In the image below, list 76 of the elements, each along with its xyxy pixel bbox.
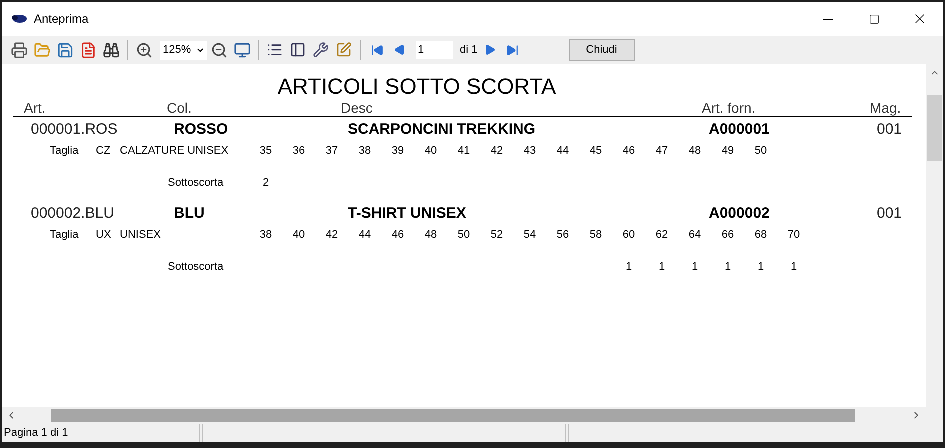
size-value: 68: [754, 228, 768, 243]
shortage-value: 2: [262, 176, 270, 191]
size-value: 44: [556, 144, 570, 159]
article-code: 000001.ROS: [31, 120, 119, 140]
report-title: ARTICOLI SOTTO SCORTA: [278, 76, 556, 98]
column-header: Desc: [341, 101, 374, 116]
size-value: 52: [490, 228, 504, 243]
size-value: 41: [456, 144, 472, 159]
supplier-code: A000001: [709, 120, 771, 140]
size-value: 60: [622, 228, 636, 243]
size-value: 42: [324, 228, 340, 243]
size-value: 49: [720, 144, 736, 159]
size-label: Taglia: [50, 228, 80, 243]
article-description: SCARPONCINI TREKKING: [348, 120, 537, 140]
size-label: Taglia: [50, 144, 80, 159]
size-value: 45: [588, 144, 604, 159]
shortage-value: 1: [756, 260, 766, 275]
minimize-icon: [823, 18, 833, 20]
shortage-value: 1: [790, 260, 798, 275]
size-value: 50: [456, 228, 472, 243]
size-value: 42: [490, 144, 504, 159]
size-value: 46: [622, 144, 636, 159]
size-value: 40: [424, 144, 438, 159]
size-value: 56: [556, 228, 570, 243]
horizontal-scrollbar[interactable]: [2, 407, 943, 424]
status-text: Pagina 1 di 1: [2, 424, 200, 442]
size-value: 39: [390, 144, 406, 159]
size-value: 36: [292, 144, 306, 159]
maximize-icon: [868, 14, 880, 24]
size-value: 50: [754, 144, 768, 159]
size-value: 47: [654, 144, 670, 159]
shortage-value: 1: [690, 260, 700, 275]
size-value: 40: [292, 228, 306, 243]
size-value: 44: [358, 228, 372, 243]
shortage-value: 1: [624, 260, 634, 275]
size-value: 66: [720, 228, 736, 243]
shortage-label: Sottoscorta: [168, 260, 225, 275]
column-header: Art.: [24, 101, 47, 116]
size-value: 48: [688, 144, 702, 159]
column-header: Col.: [167, 101, 193, 116]
size-group: UX: [96, 226, 120, 244]
size-group-name: CALZATURE UNISEX: [120, 144, 230, 159]
page-field[interactable]: 1: [416, 41, 453, 59]
size-group-name: UNISEX: [120, 228, 162, 243]
size-group: CZ: [96, 142, 120, 160]
size-value: 48: [424, 228, 438, 243]
size-value: 38: [258, 228, 274, 243]
window-title: Anteprima: [34, 11, 89, 28]
close-preview-button[interactable]: Chiudi: [568, 39, 635, 61]
size-value: 43: [522, 144, 538, 159]
shortage-label: Sottoscorta: [168, 176, 225, 191]
article-code: 000002.BLU: [31, 204, 116, 224]
warehouse-code: 001: [877, 120, 902, 140]
article-colour: BLU: [174, 204, 206, 224]
column-header: Art. forn.: [702, 101, 757, 116]
scroll-thumb[interactable]: [927, 95, 942, 161]
size-value: 70: [786, 228, 802, 243]
size-value: 62: [654, 228, 670, 243]
warehouse-code: 001: [877, 204, 902, 224]
column-header: Mag.: [870, 101, 902, 116]
shortage-value: 1: [724, 260, 732, 275]
article-description: T-SHIRT UNISEX: [348, 204, 468, 224]
app-icon: [11, 14, 28, 24]
page-count: di 1: [460, 42, 478, 58]
scroll-thumb[interactable]: [51, 409, 855, 422]
supplier-code: A000002: [709, 204, 771, 224]
size-value: 35: [258, 144, 274, 159]
size-value: 64: [688, 228, 702, 243]
shortage-value: 1: [658, 260, 666, 275]
zoom-select[interactable]: 125%: [160, 40, 207, 60]
article-colour: ROSSO: [174, 120, 230, 140]
size-value: 46: [390, 228, 406, 243]
size-value: 37: [324, 144, 340, 159]
size-value: 54: [522, 228, 538, 243]
size-value: 58: [588, 228, 604, 243]
size-value: 38: [358, 144, 372, 159]
